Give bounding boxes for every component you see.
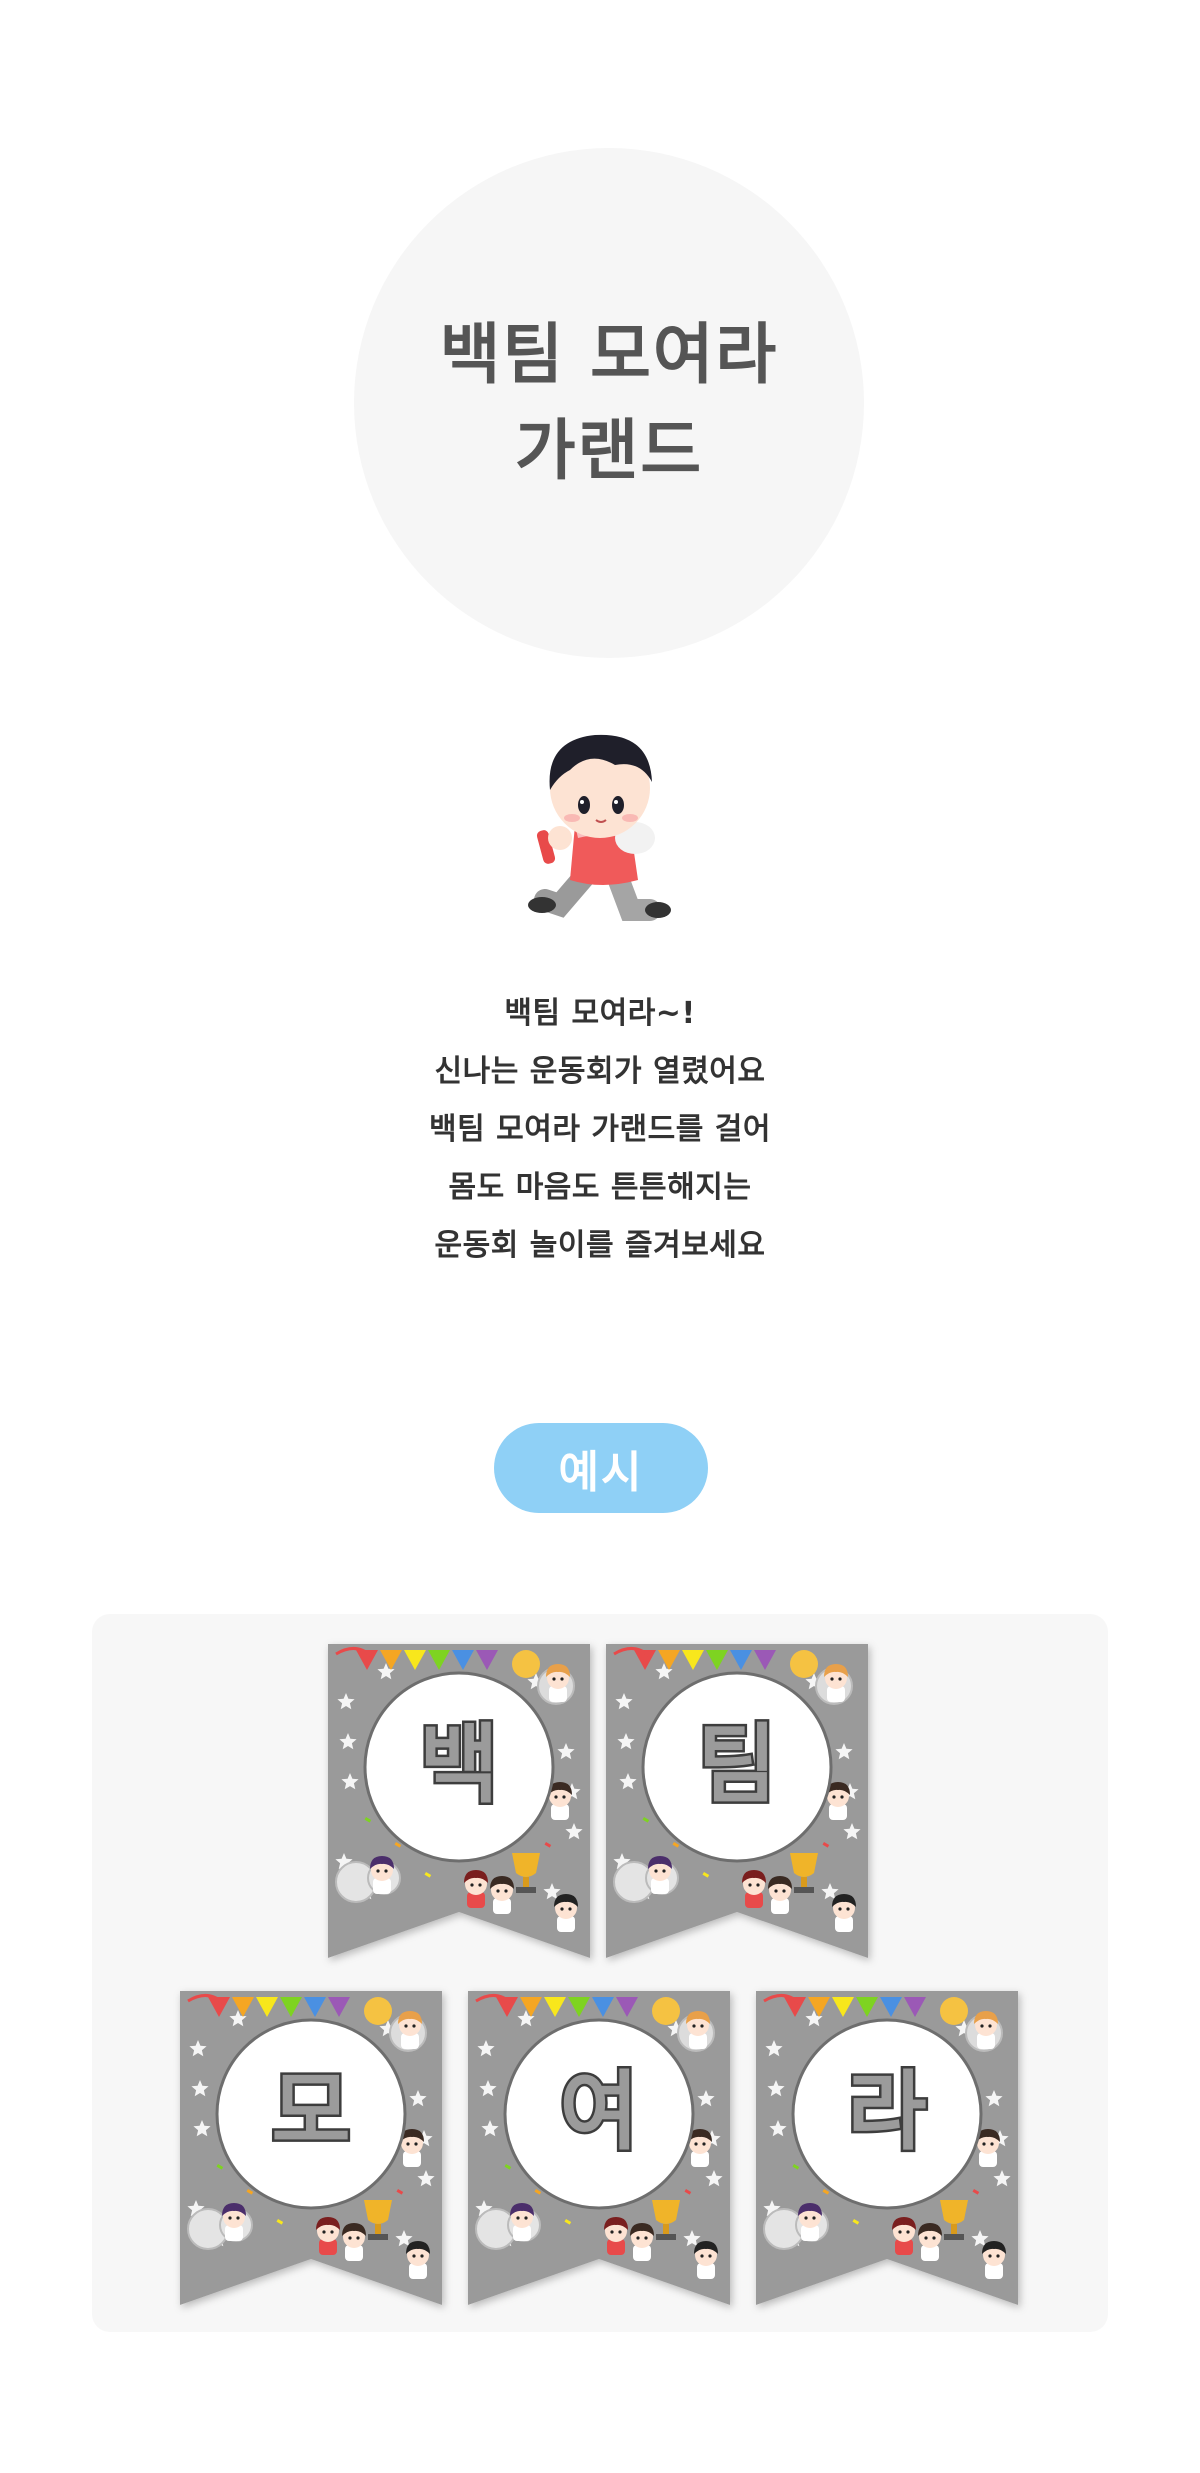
intro-line: 백팀 모여라~! (504, 996, 696, 1031)
garland-flag: 모 (178, 1989, 444, 2309)
page-title-line-1: 백팀 모여라 (439, 316, 779, 393)
title-circle: 백팀 모여라 가랜드 (354, 148, 864, 658)
example-panel: 백 팀 모 여 라 (92, 1614, 1108, 2332)
garland-flag: 팀 (604, 1642, 870, 1962)
garland-letter: 백 (419, 1715, 498, 1815)
page-title-line-2: 가랜드 (514, 412, 704, 489)
garland-flag: 백 (326, 1642, 592, 1962)
garland-letter: 모 (271, 2062, 350, 2162)
intro-text: 백팀 모여라~! 신나는 운동회가 열렸어요 백팀 모여라 가랜드를 걸어 몸도… (300, 985, 900, 1275)
running-boy-illustration (520, 720, 680, 940)
intro-line: 신나는 운동회가 열렸어요 (434, 1054, 766, 1089)
intro-line: 몸도 마음도 튼튼해지는 (448, 1170, 752, 1205)
example-badge: 예시 (494, 1423, 708, 1513)
garland-flag: 라 (754, 1989, 1020, 2309)
garland-letter: 팀 (697, 1715, 776, 1815)
example-label: 예시 (558, 1447, 644, 1498)
intro-line: 백팀 모여라 가랜드를 걸어 (429, 1112, 771, 1147)
intro-line: 운동회 놀이를 즐겨보세요 (434, 1228, 766, 1263)
garland-flag: 여 (466, 1989, 732, 2309)
garland-letter: 여 (559, 2062, 638, 2162)
garland-letter: 라 (847, 2062, 926, 2162)
